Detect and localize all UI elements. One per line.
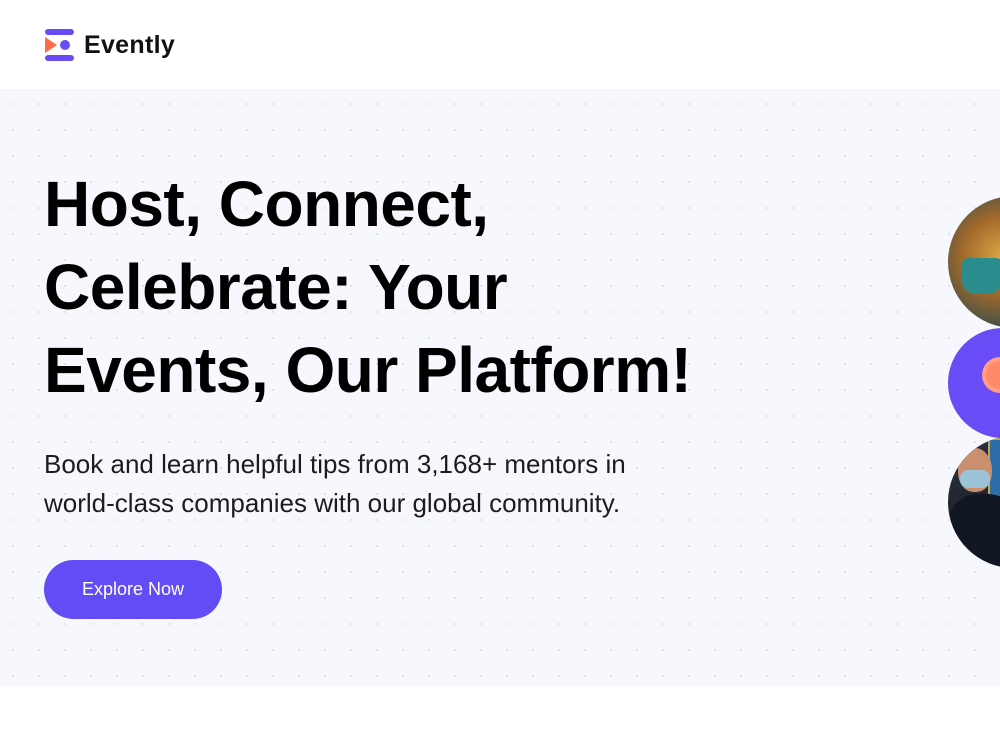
hero-section: Host, Connect, Celebrate: Your Events, O… xyxy=(0,91,1000,686)
hero-image-cafe xyxy=(948,196,1000,328)
hero-title: Host, Connect, Celebrate: Your Events, O… xyxy=(44,163,804,412)
hero-title-line: Events, Our Platform! xyxy=(44,334,692,406)
evently-logo-icon xyxy=(45,29,74,61)
hero-description-line: Book and learn helpful tips from 3,168+ … xyxy=(44,449,626,479)
cup-illustration xyxy=(962,258,1000,294)
brand-logo-link[interactable]: Evently xyxy=(44,28,175,62)
site-header: Evently xyxy=(0,0,1000,91)
face-mask-illustration xyxy=(960,470,990,488)
explore-now-button[interactable]: Explore Now xyxy=(44,560,222,619)
hero-title-line: Celebrate: Your xyxy=(44,251,508,323)
hero-description-line: world-class companies with our global co… xyxy=(44,488,621,518)
flower-icon xyxy=(986,361,1000,389)
hero-description: Book and learn helpful tips from 3,168+ … xyxy=(44,445,764,523)
brand-name: Evently xyxy=(84,30,176,59)
hero-title-line: Host, Connect, xyxy=(44,168,489,240)
hero-image-person xyxy=(948,436,1000,568)
hero-image-flower xyxy=(948,328,1000,438)
person-body-illustration xyxy=(948,494,1000,568)
